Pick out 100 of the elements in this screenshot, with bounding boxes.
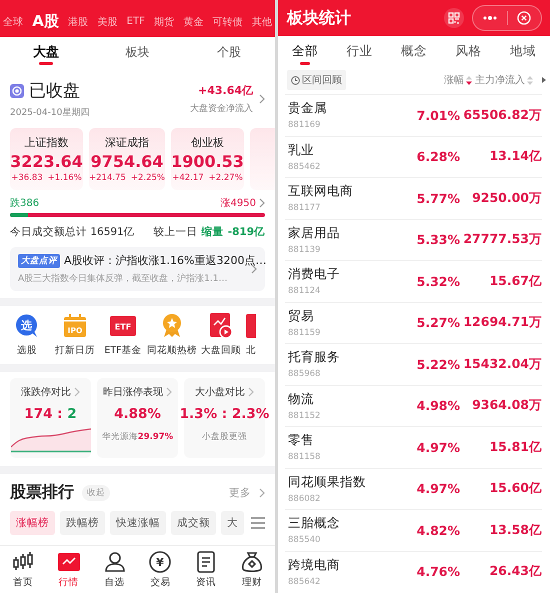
index-card[interactable]: 上证指数 3223.64 +36.83 +1.16%	[10, 128, 83, 190]
chevron-right-icon	[166, 387, 172, 397]
menu-icon[interactable]	[251, 517, 265, 529]
change-percent: 4.97%	[416, 440, 460, 455]
range-review-button[interactable]: 区间回顾	[287, 70, 346, 90]
sector-row[interactable]: 跨境电商 885642 4.76% 26.43亿	[285, 550, 542, 592]
category-tab[interactable]: 全部	[278, 36, 332, 66]
change-percent: 5.77%	[416, 190, 460, 206]
sector-row[interactable]: 乳业 885462 6.28% 13.14亿	[285, 136, 542, 177]
sector-code: 885968	[288, 369, 322, 380]
index-change: +214.75	[89, 173, 126, 183]
change-percent: 5.27%	[416, 315, 460, 330]
news-summary: A股三大指数今日集体反弹，截至收盘，沪指涨1.1…	[18, 272, 228, 285]
net-inflow: 13.14亿	[488, 148, 542, 166]
shortcut-item[interactable]: 大盘回顾	[197, 306, 245, 364]
column-header[interactable]: 主力净流入	[475, 73, 525, 87]
currency-circle-icon[interactable]: ¥	[149, 550, 172, 572]
index-card[interactable]: 创业板 1900.53 +42.17 +2.27%	[171, 128, 244, 190]
view-tab[interactable]: 个股	[183, 37, 275, 67]
nav-item[interactable]: 行情	[46, 546, 92, 593]
nav-item[interactable]: 理财	[229, 546, 275, 593]
sector-row[interactable]: 托育服务 885968 5.22% 15432.04万	[285, 343, 542, 384]
chevron-right-icon	[259, 94, 265, 104]
market-chart-icon[interactable]	[58, 552, 80, 572]
person-icon[interactable]	[104, 552, 126, 572]
shortcut-label: 同花顺热榜	[147, 344, 197, 357]
tile-icon	[246, 314, 256, 338]
news-title: A股收评：沪指收涨1.16%重返3200点…	[64, 253, 266, 268]
sector-row[interactable]: 贵金属 881169 7.01% 65506.82万	[285, 94, 542, 136]
nav-item[interactable]: ¥ 交易	[137, 546, 184, 593]
nav-item[interactable]: 首页	[0, 546, 46, 593]
stat-value: 174	[24, 406, 52, 422]
index-change: +36.83	[11, 173, 43, 183]
candlestick-icon	[12, 552, 34, 572]
column-header[interactable]: 涨幅	[444, 73, 464, 87]
nav-item[interactable]: 自选	[92, 546, 138, 593]
ranking-tab[interactable]: 成交额	[171, 511, 216, 535]
shortcut-item[interactable]: 同花顺热榜	[147, 306, 197, 364]
sector-row[interactable]: 同花顺果指数 886082 4.97% 15.60亿	[285, 468, 542, 509]
index-percent: +2.27%	[208, 173, 243, 183]
sector-row[interactable]: 家居用品 881139 5.33% 27777.53万	[285, 218, 542, 260]
stat-note: 小盘股更强	[202, 431, 247, 443]
change-percent: 4.76%	[416, 564, 460, 580]
more-icon[interactable]	[482, 16, 497, 20]
sector-name: 托育服务	[288, 349, 341, 366]
news-card[interactable]: 大盘点评 A股收评：沪指收涨1.16%重返3200点… A股三大指数今日集体反弹，截至收盘，沪指涨1.1…	[10, 247, 265, 291]
index-card[interactable]: 深证成指 9754.64 +214.75 +2.25%	[89, 128, 165, 190]
view-tab[interactable]: 板块	[92, 37, 184, 67]
page-title: 板块统计	[287, 8, 352, 28]
money-bag-icon[interactable]	[241, 550, 264, 572]
net-inflow: 65506.82万	[462, 106, 542, 124]
sector-row[interactable]: 物流 881152 4.98% 9364.08万	[285, 384, 542, 426]
market-tab[interactable]: A股	[32, 12, 59, 31]
nav-label: 资讯	[196, 576, 216, 588]
sector-row[interactable]: 互联网电商 881177 5.77% 9250.00万	[285, 177, 542, 218]
market-status: 已收盘	[29, 80, 80, 102]
ranking-tab[interactable]: 涨幅榜	[10, 511, 55, 535]
shortcut-item[interactable]: 北	[245, 306, 275, 364]
close-icon[interactable]	[517, 11, 532, 25]
sector-name: 贵金属	[288, 100, 328, 118]
net-inflow: 9364.08万	[471, 397, 542, 414]
sector-row[interactable]: 三胎概念 885540 4.82% 13.58亿	[285, 509, 542, 550]
nav-item[interactable]: 资讯	[183, 546, 230, 593]
stat-value: 4.88%	[114, 406, 161, 422]
net-inflow-label: 大盘资金净流入	[190, 102, 253, 115]
shortcut-item[interactable]: ETF ETF基金	[99, 306, 147, 364]
sector-row[interactable]: 零售 881158 4.97% 15.81亿	[285, 426, 542, 468]
stat-card[interactable]: 涨跌停对比 174 : 2	[10, 378, 91, 458]
sector-name: 同花顺果指数	[288, 474, 367, 491]
scroll-right-icon[interactable]	[541, 77, 547, 83]
change-percent: 5.32%	[416, 274, 460, 289]
change-percent: 4.82%	[416, 522, 460, 538]
view-tab[interactable]: 大盘	[0, 37, 92, 67]
qr-code-icon[interactable]	[444, 8, 464, 28]
section-title: 股票排行	[10, 482, 74, 503]
net-inflow: 15.60亿	[488, 480, 542, 498]
category-tab[interactable]: 行业	[332, 36, 387, 66]
shortcut-label: 北	[246, 344, 256, 357]
net-inflow: 15.67亿	[488, 272, 542, 290]
index-value: 3223.64	[10, 152, 83, 171]
index-name: 创业板	[191, 135, 224, 150]
document-icon[interactable]	[196, 550, 216, 572]
category-tab[interactable]: 风格	[441, 36, 496, 66]
ranking-tab[interactable]: 大	[221, 511, 244, 535]
sector-code: 881152	[288, 410, 322, 421]
shortcut-item[interactable]: 选 选股	[3, 306, 51, 364]
sector-code: 881158	[288, 452, 322, 462]
category-tab[interactable]: 概念	[386, 36, 442, 66]
ranking-tab[interactable]: 跌幅榜	[60, 511, 105, 535]
sector-code: 886082	[288, 494, 322, 504]
sector-name: 物流	[288, 390, 315, 408]
sort-icon[interactable]	[466, 76, 472, 84]
sector-name: 消费电子	[288, 266, 341, 284]
ranking-tab[interactable]: 快速涨幅	[110, 511, 166, 535]
sector-row[interactable]: 贸易 881159 5.27% 12694.71万	[285, 302, 542, 343]
stat-card[interactable]: 昨日涨停表现 4.88% 华光源海29.97%	[97, 378, 178, 458]
trading-date: 2025-04-10星期四	[10, 106, 90, 119]
category-tab[interactable]: 地域	[496, 36, 550, 66]
stat-title: 大小盘对比	[195, 386, 245, 399]
sector-row[interactable]: 消费电子 881124 5.32% 15.67亿	[285, 260, 542, 302]
